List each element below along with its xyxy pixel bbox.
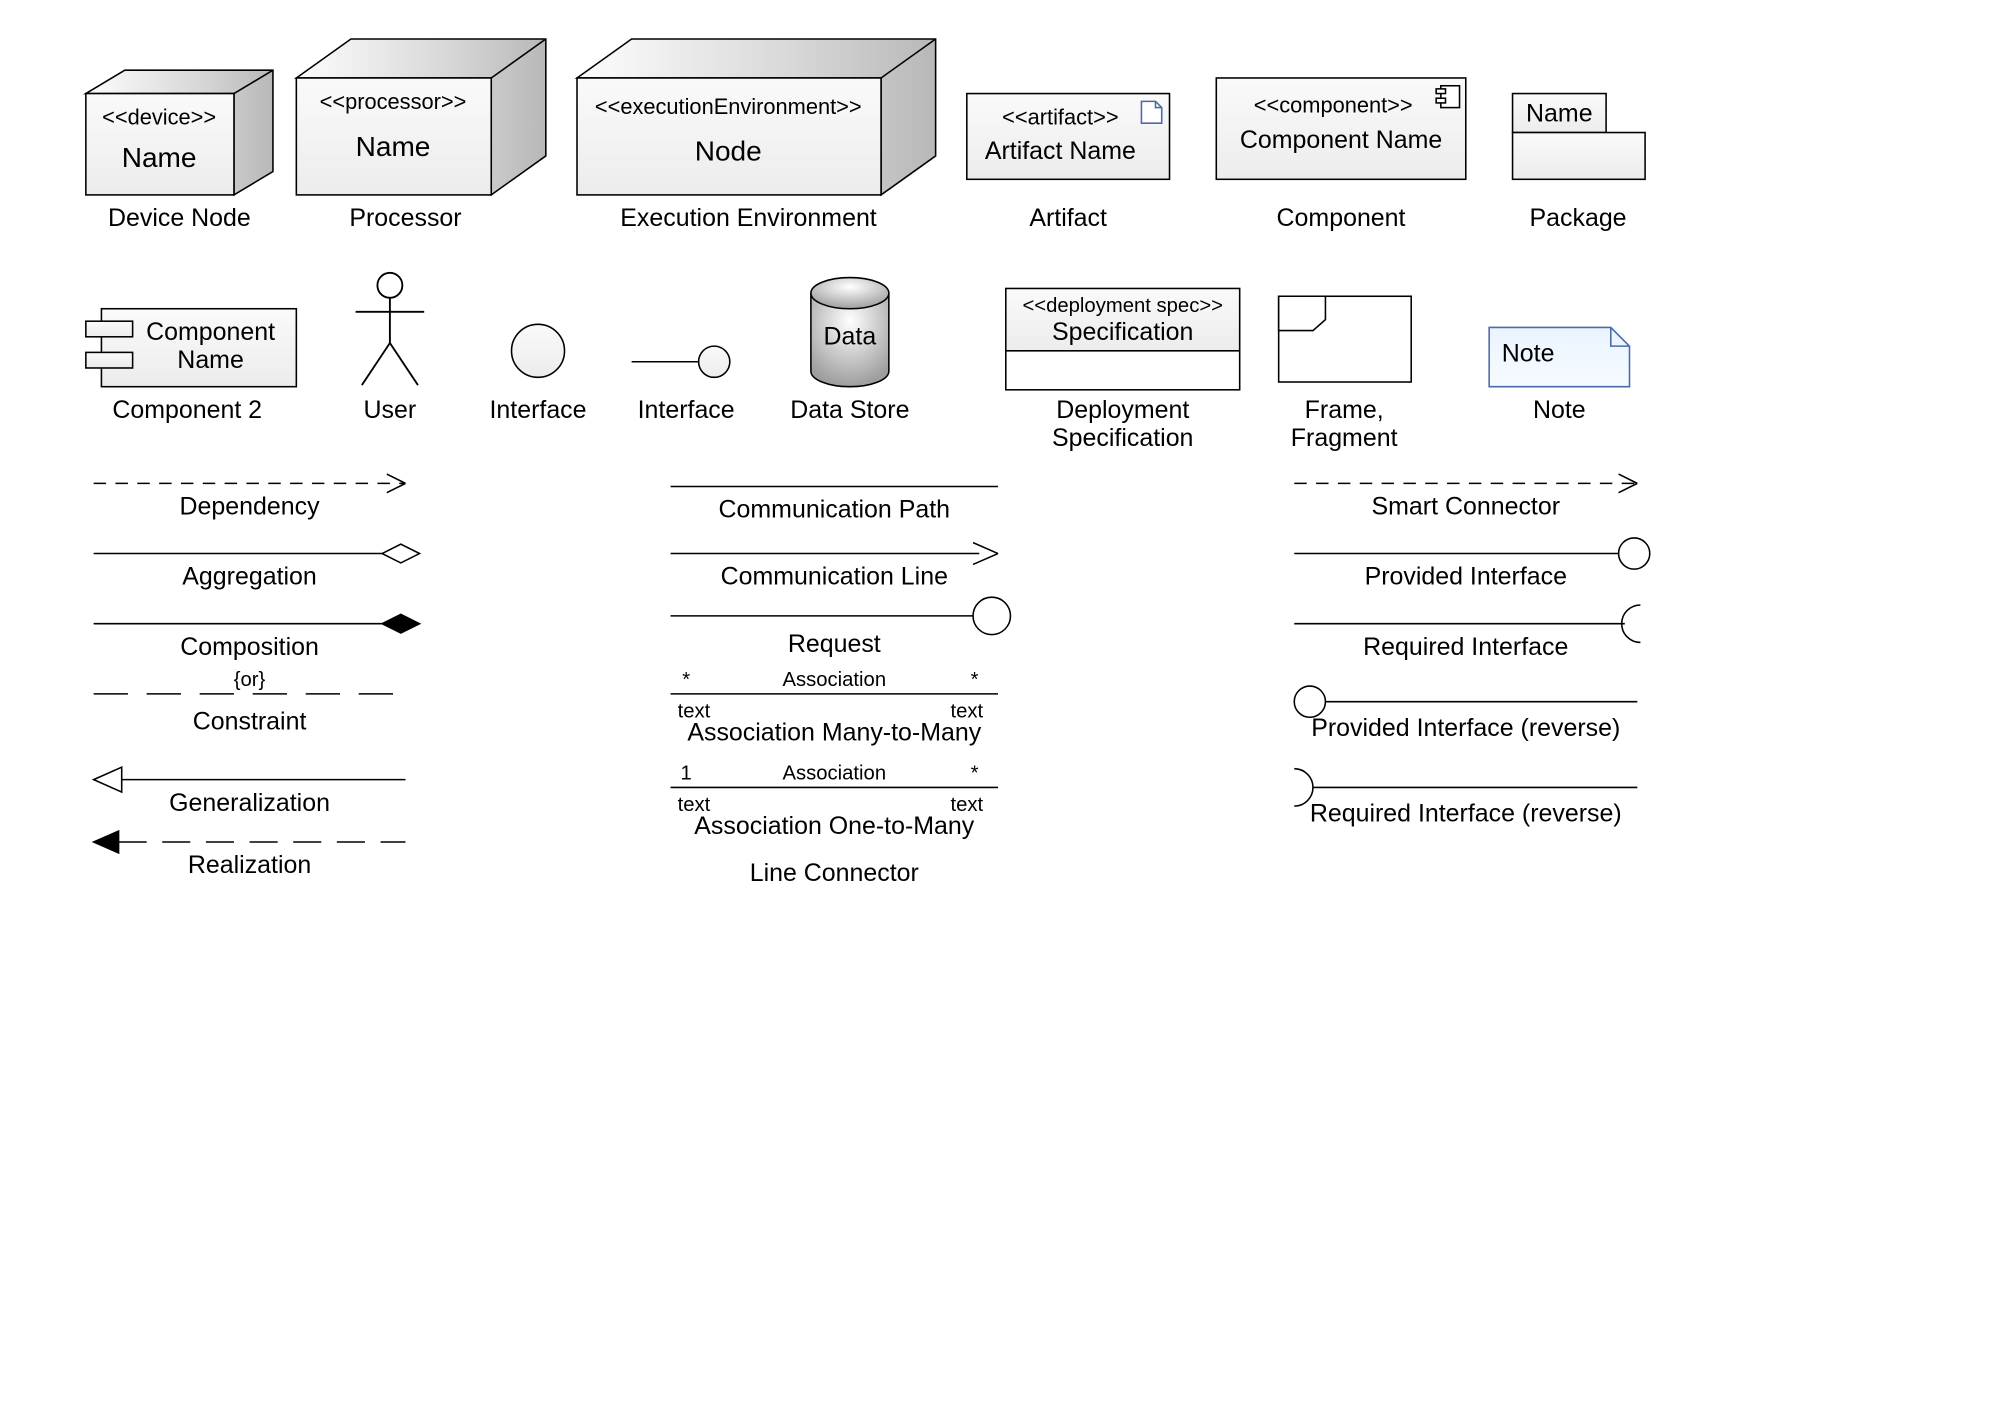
generalization-caption: Generalization [169,789,330,817]
assoc-mm-right: * [971,669,979,691]
constraint-caption: Constraint [193,708,307,736]
package-caption: Package [1530,204,1627,232]
artifact-shape: <<artifact>> Artifact Name [967,94,1170,180]
exec-caption: Execution Environment [620,204,877,232]
device-caption: Device Node [108,204,251,232]
frame-shape [1279,296,1412,382]
realization-caption: Realization [188,851,311,879]
user-shape [356,273,425,385]
constraint-text: {or} [234,669,266,691]
frame-caption-l1: Frame, [1305,396,1384,424]
datastore-name: Data [824,323,877,351]
commline-caption: Communication Line [721,563,948,591]
constraint-connector: {or} [94,669,406,694]
provided-caption: Provided Interface [1365,563,1567,591]
aggregation-caption: Aggregation [182,563,317,591]
assoc-om-mid: Association [782,763,886,785]
depspec-name: Specification [1052,318,1193,346]
depspec-caption-l2: Specification [1052,424,1193,452]
exec-stereotype: <<executionEnvironment>> [595,94,862,119]
package-shape: Name [1513,94,1646,180]
composition-connector [94,614,420,633]
commpath-caption: Communication Path [719,496,950,524]
assoc-mm-connector: * Association * text text [671,669,998,722]
line-connector-caption: Line Connector [750,859,919,887]
component2-name-l2: Name [177,346,244,374]
device-node-shape: <<device>> Name [86,70,273,195]
processor-shape: <<processor>> Name [296,39,545,195]
dependency-caption: Dependency [180,493,321,521]
processor-stereotype: <<processor>> [320,89,467,114]
component2-shape: Component Name [86,309,296,387]
provided-rev-caption: Provided Interface (reverse) [1311,714,1620,742]
component2-caption: Component 2 [112,396,262,424]
aggregation-connector [94,544,420,563]
datastore-shape: Data [811,278,889,387]
artifact-name: Artifact Name [985,137,1136,165]
component-name: Component Name [1240,126,1442,154]
assoc-mm-caption: Association Many-to-Many [687,719,981,747]
smart-connector [1294,474,1637,493]
note-caption: Note [1533,396,1586,424]
required-caption: Required Interface [1363,633,1568,661]
interface2-caption: Interface [638,396,735,424]
depspec-caption-l1: Deployment [1056,396,1189,424]
component-stereotype: <<component>> [1254,92,1413,117]
realization-connector [94,831,406,853]
interface-line-shape [632,346,730,377]
document-icon [1141,101,1161,123]
uml-deployment-stencil: <<device>> Name Device Node <<processor>… [0,0,1996,1408]
assoc-mm-mid: Association [782,669,886,691]
depspec-shape: <<deployment spec>> Specification [1006,288,1240,389]
component-caption: Component [1277,204,1406,232]
provided-interface-rev-connector [1294,686,1637,717]
exec-env-shape: <<executionEnvironment>> Node [577,39,936,195]
dependency-connector [94,474,406,493]
component2-name-l1: Component [146,318,275,346]
interface1-caption: Interface [489,396,586,424]
datastore-caption: Data Store [790,396,909,424]
composition-caption: Composition [180,633,319,661]
frame-caption-l2: Fragment [1291,424,1398,452]
processor-caption: Processor [349,204,461,232]
assoc-om-right: * [971,763,979,785]
interface-shape [512,324,565,377]
request-caption: Request [788,630,881,658]
user-caption: User [364,396,417,424]
artifact-stereotype: <<artifact>> [1002,105,1118,130]
package-name: Name [1526,100,1593,128]
commline-connector [671,543,998,565]
assoc-om-caption: Association One-to-Many [694,812,975,840]
smart-caption: Smart Connector [1372,493,1561,521]
depspec-stereotype: <<deployment spec>> [1022,295,1223,317]
component-shape: <<component>> Component Name [1216,78,1465,179]
note-name: Note [1502,340,1555,368]
assoc-om-connector: 1 Association * text text [671,763,998,816]
assoc-mm-left: * [682,669,690,691]
processor-name: Name [356,131,431,162]
required-rev-caption: Required Interface (reverse) [1310,800,1622,828]
artifact-caption: Artifact [1029,204,1107,232]
assoc-om-left: 1 [681,763,692,785]
device-stereotype: <<device>> [102,105,216,130]
exec-name: Node [695,136,762,167]
device-name: Name [122,142,197,173]
note-shape: Note [1489,327,1629,386]
